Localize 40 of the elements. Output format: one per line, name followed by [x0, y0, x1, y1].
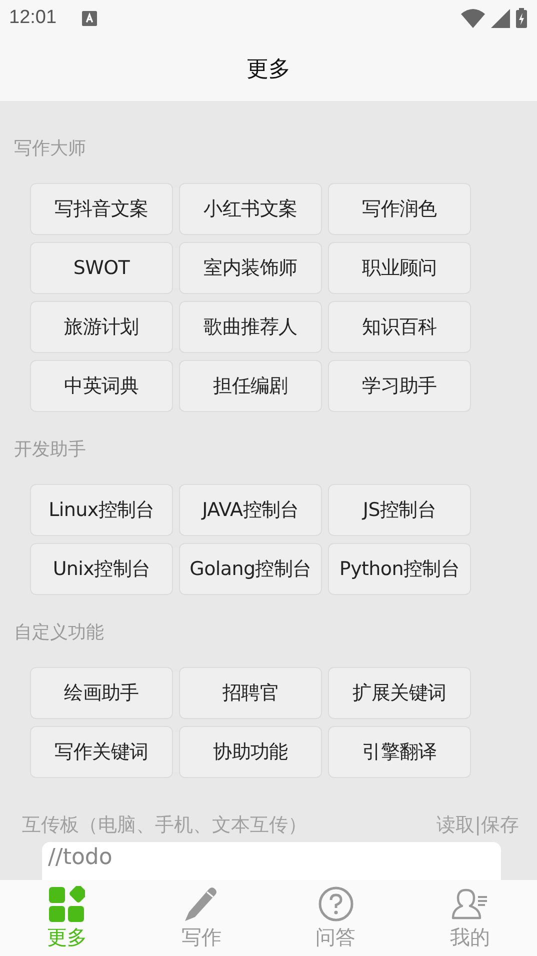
feature-button[interactable]: 写作润色	[328, 183, 471, 235]
feature-button[interactable]: 引擎翻译	[328, 726, 471, 778]
feature-button[interactable]: 室内装饰师	[179, 242, 322, 294]
feature-button[interactable]: 知识百科	[328, 301, 471, 353]
separator: |	[474, 814, 481, 836]
feature-button[interactable]: JAVA控制台	[179, 484, 322, 536]
keyboard-a-icon	[82, 10, 97, 26]
feature-button[interactable]: Unix控制台	[30, 543, 173, 595]
feature-button[interactable]: 招聘官	[179, 667, 322, 719]
feature-button[interactable]: 担任编剧	[179, 360, 322, 412]
feature-button[interactable]: 写作关键词	[30, 726, 173, 778]
clipboard-label: 互传板（电脑、手机、文本互传）	[22, 813, 307, 838]
feature-button[interactable]: 歌曲推荐人	[179, 301, 322, 353]
section-title: 写作大师	[13, 137, 87, 161]
feature-button[interactable]: 协助功能	[179, 726, 322, 778]
feature-button[interactable]: JS控制台	[328, 484, 471, 536]
help-icon	[318, 886, 354, 922]
feature-button[interactable]: 职业顾问	[328, 242, 471, 294]
feature-button[interactable]: Python控制台	[328, 543, 471, 595]
section-title: 自定义功能	[13, 621, 105, 645]
wifi-icon	[461, 8, 485, 28]
feature-button[interactable]: 中英词典	[30, 360, 173, 412]
status-time: 12:01	[9, 7, 57, 29]
page-title: 更多	[246, 56, 290, 84]
feature-button[interactable]: 写抖音文案	[30, 183, 173, 235]
feature-button[interactable]: 扩展关键词	[328, 667, 471, 719]
pen-icon	[183, 886, 220, 922]
feature-button[interactable]: 学习助手	[328, 360, 471, 412]
apps-grid-icon	[49, 886, 86, 922]
feature-button[interactable]: 旅游计划	[30, 301, 173, 353]
battery-charging-icon	[516, 8, 527, 28]
feature-button[interactable]: SWOT	[30, 242, 173, 294]
feature-button[interactable]: 绘画助手	[30, 667, 173, 719]
section-title: 开发助手	[13, 438, 87, 462]
feature-button[interactable]: Golang控制台	[179, 543, 322, 595]
clipboard-field[interactable]: //todo	[42, 842, 501, 880]
feature-button[interactable]: 小红书文案	[179, 183, 322, 235]
signal-icon	[491, 8, 510, 28]
user-list-icon	[450, 887, 489, 921]
feature-button[interactable]: Linux控制台	[30, 484, 173, 536]
